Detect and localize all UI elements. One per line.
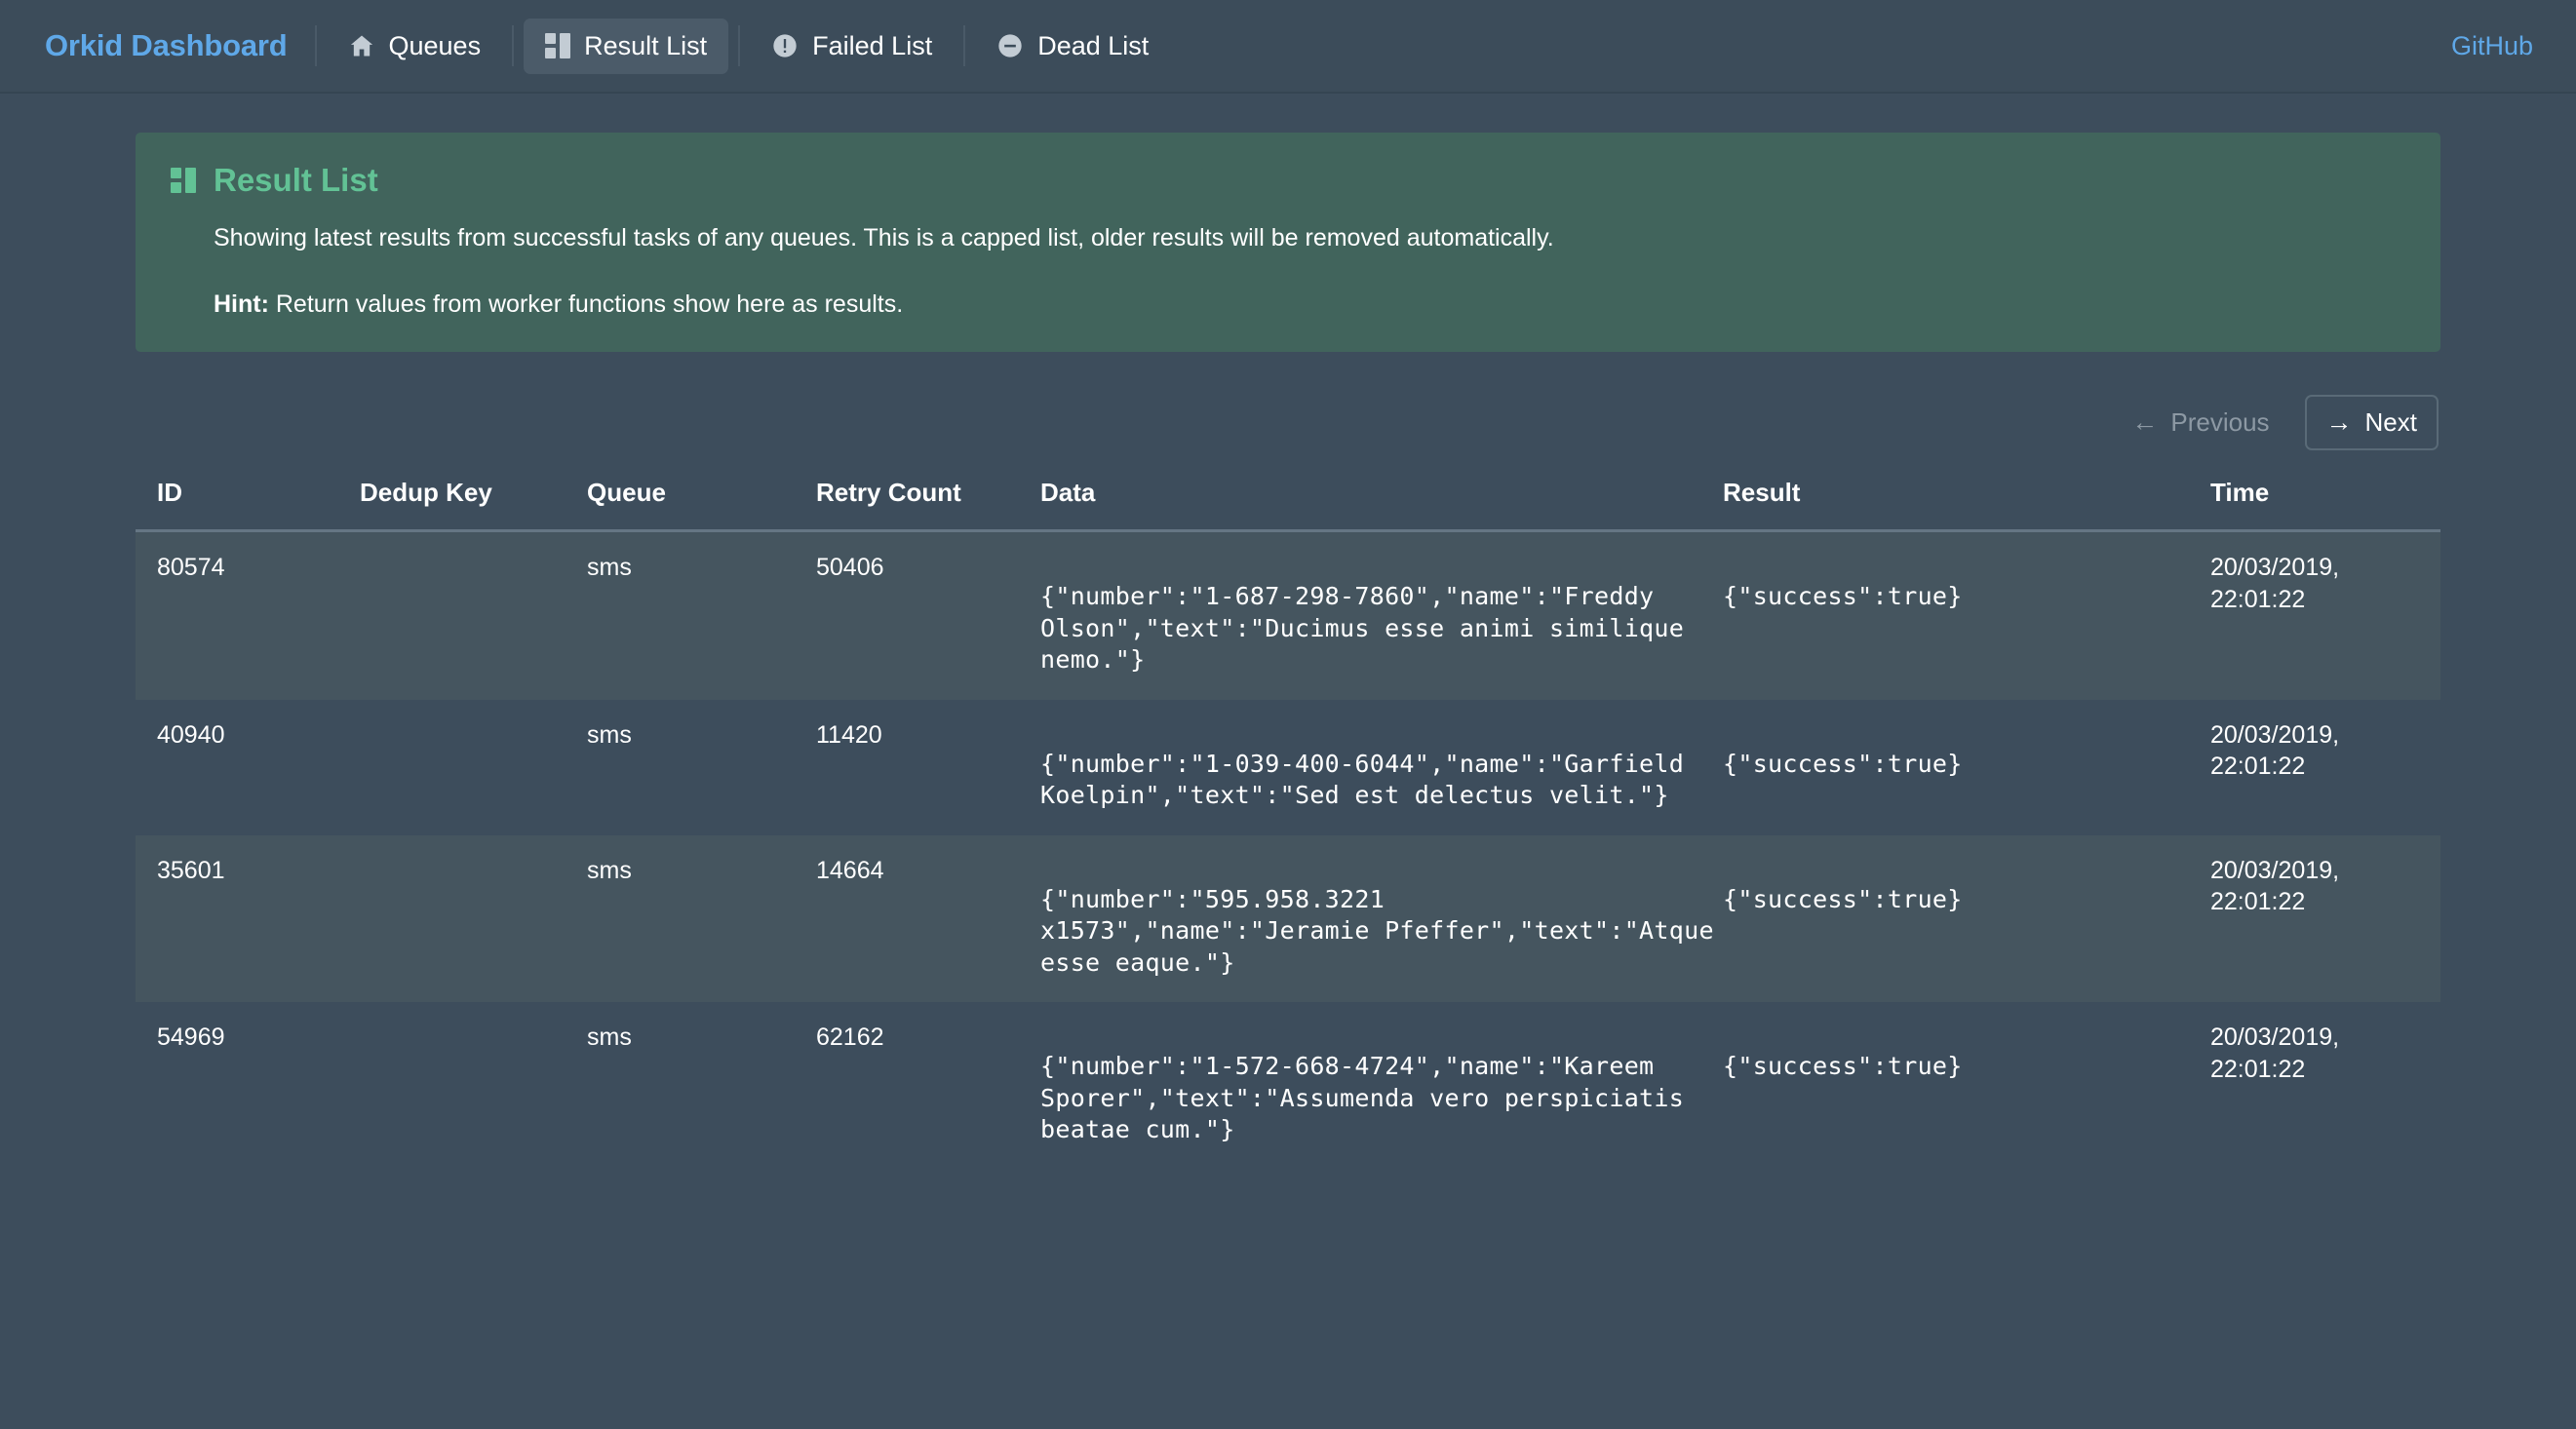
column-header-data[interactable]: Data [1040, 478, 1723, 531]
cell-data: {"number":"1-039-400-6044","name":"Garfi… [1040, 700, 1723, 835]
column-header-dedup-key[interactable]: Dedup Key [360, 478, 587, 531]
nav-item-failed-list-label: Failed List [812, 31, 932, 61]
cell-id: 80574 [136, 531, 360, 700]
cell-result: {"success":true} [1723, 700, 2210, 835]
nav-item-queues-label: Queues [389, 31, 482, 61]
results-table: ID Dedup Key Queue Retry Count Data Resu… [136, 478, 2440, 1170]
cell-result: {"success":true} [1723, 1002, 2210, 1170]
navbar: Orkid Dashboard Queues Result List Faile… [0, 0, 2576, 94]
column-header-queue[interactable]: Queue [587, 478, 816, 531]
next-button-label: Next [2365, 407, 2417, 438]
arrow-left-icon: ← [2131, 409, 2158, 436]
nav-item-dead-list-label: Dead List [1037, 31, 1149, 61]
cell-queue: sms [587, 835, 816, 1003]
cell-id: 40940 [136, 700, 360, 835]
cell-queue: sms [587, 700, 816, 835]
content-container: Result List Showing latest results from … [136, 94, 2440, 1170]
info-panel-header: Result List [171, 162, 2405, 199]
nav-divider [512, 25, 514, 66]
table-row[interactable]: 80574 sms 50406 {"number":"1-687-298-786… [136, 531, 2440, 700]
cell-dedup-key [360, 700, 587, 835]
column-header-time[interactable]: Time [2210, 478, 2440, 531]
nav-divider [738, 25, 740, 66]
info-panel-description: Showing latest results from successful t… [171, 220, 2405, 255]
cell-data: {"number":"1-572-668-4724","name":"Karee… [1040, 1002, 1723, 1170]
info-panel-hint-label: Hint: [214, 290, 269, 318]
previous-button-label: Previous [2170, 407, 2269, 438]
cell-result: {"success":true} [1723, 835, 2210, 1003]
page-body: Result List Showing latest results from … [0, 94, 2576, 1170]
cell-queue: sms [587, 1002, 816, 1170]
brand-title[interactable]: Orkid Dashboard [31, 28, 311, 63]
column-header-result[interactable]: Result [1723, 478, 2210, 531]
minus-circle-icon [996, 32, 1024, 59]
cell-result: {"success":true} [1723, 531, 2210, 700]
info-panel-hint: Hint: Return values from worker function… [171, 290, 2405, 319]
info-panel-hint-text: Return values from worker functions show… [269, 290, 903, 318]
nav-item-dead-list[interactable]: Dead List [975, 19, 1170, 74]
nav-divider [315, 25, 317, 66]
table-row[interactable]: 54969 sms 62162 {"number":"1-572-668-472… [136, 1002, 2440, 1170]
cell-time: 20/03/2019, 22:01:22 [2210, 531, 2440, 700]
cell-data: {"number":"1-687-298-7860","name":"Fredd… [1040, 531, 1723, 700]
next-button[interactable]: → Next [2305, 395, 2439, 450]
previous-button[interactable]: ← Previous [2110, 395, 2290, 450]
cell-retry-count: 62162 [816, 1002, 1040, 1170]
info-panel: Result List Showing latest results from … [136, 133, 2440, 352]
cell-retry-count: 11420 [816, 700, 1040, 835]
table-row[interactable]: 35601 sms 14664 {"number":"595.958.3221 … [136, 835, 2440, 1003]
nav-divider [963, 25, 965, 66]
column-header-id[interactable]: ID [136, 478, 360, 531]
github-link[interactable]: GitHub [2451, 31, 2541, 61]
cell-id: 35601 [136, 835, 360, 1003]
arrow-right-icon: → [2326, 409, 2353, 436]
home-icon [348, 32, 375, 59]
table-header-row: ID Dedup Key Queue Retry Count Data Resu… [136, 478, 2440, 531]
page-title: Result List [214, 162, 378, 199]
cell-queue: sms [587, 531, 816, 700]
column-header-retry-count[interactable]: Retry Count [816, 478, 1040, 531]
nav-item-result-list[interactable]: Result List [524, 19, 728, 74]
table-row[interactable]: 40940 sms 11420 {"number":"1-039-400-604… [136, 700, 2440, 835]
cell-id: 54969 [136, 1002, 360, 1170]
cell-retry-count: 50406 [816, 531, 1040, 700]
nav-item-failed-list[interactable]: Failed List [750, 19, 954, 74]
cell-data: {"number":"595.958.3221 x1573","name":"J… [1040, 835, 1723, 1003]
table-body: 80574 sms 50406 {"number":"1-687-298-786… [136, 531, 2440, 1170]
grid-icon [545, 33, 570, 58]
cell-retry-count: 14664 [816, 835, 1040, 1003]
cell-time: 20/03/2019, 22:01:22 [2210, 835, 2440, 1003]
nav-item-result-list-label: Result List [584, 31, 707, 61]
exclamation-circle-icon [771, 32, 799, 59]
cell-dedup-key [360, 531, 587, 700]
cell-dedup-key [360, 1002, 587, 1170]
cell-dedup-key [360, 835, 587, 1003]
pagination: ← Previous → Next [136, 395, 2440, 450]
cell-time: 20/03/2019, 22:01:22 [2210, 700, 2440, 835]
table-header: ID Dedup Key Queue Retry Count Data Resu… [136, 478, 2440, 531]
cell-time: 20/03/2019, 22:01:22 [2210, 1002, 2440, 1170]
grid-icon [171, 168, 196, 193]
nav-item-queues[interactable]: Queues [327, 19, 503, 74]
